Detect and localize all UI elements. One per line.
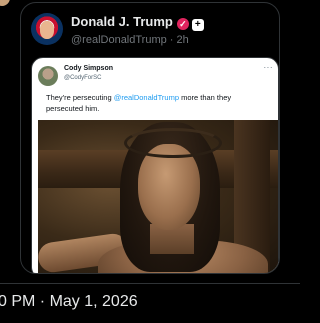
crown-of-thorns <box>124 128 222 158</box>
quoted-post[interactable]: Cody Simpson @CodyForSC ··· They're pers… <box>31 57 279 273</box>
mention-link[interactable]: @realDonaldTrump <box>114 93 179 102</box>
quoted-author-name[interactable]: Cody Simpson <box>64 65 113 72</box>
author-name[interactable]: Donald J. Trump <box>71 14 173 29</box>
verified-badge-icon: ✓ <box>176 18 189 30</box>
quoted-post-text: They're persecuting @realDonaldTrump mor… <box>46 93 232 113</box>
affiliate-badge-icon: + <box>191 19 204 31</box>
post-timestamp[interactable]: 0 PM · May 1, 2026 <box>0 293 138 311</box>
author-handle-time[interactable]: @realDonaldTrump · 2h <box>71 34 189 46</box>
more-icon[interactable]: ··· <box>264 63 274 72</box>
divider <box>0 283 300 284</box>
quoted-author-handle[interactable]: @CodyForSC <box>64 75 101 81</box>
previous-author-avatar[interactable] <box>0 0 10 6</box>
author-name-row: Donald J. Trump ✓ + <box>71 14 204 31</box>
quoted-author-avatar[interactable] <box>38 66 58 86</box>
post-card[interactable]: Donald J. Trump ✓ + @realDonaldTrump · 2h … <box>20 2 280 274</box>
post-image[interactable] <box>38 120 278 273</box>
author-avatar[interactable] <box>31 13 63 45</box>
